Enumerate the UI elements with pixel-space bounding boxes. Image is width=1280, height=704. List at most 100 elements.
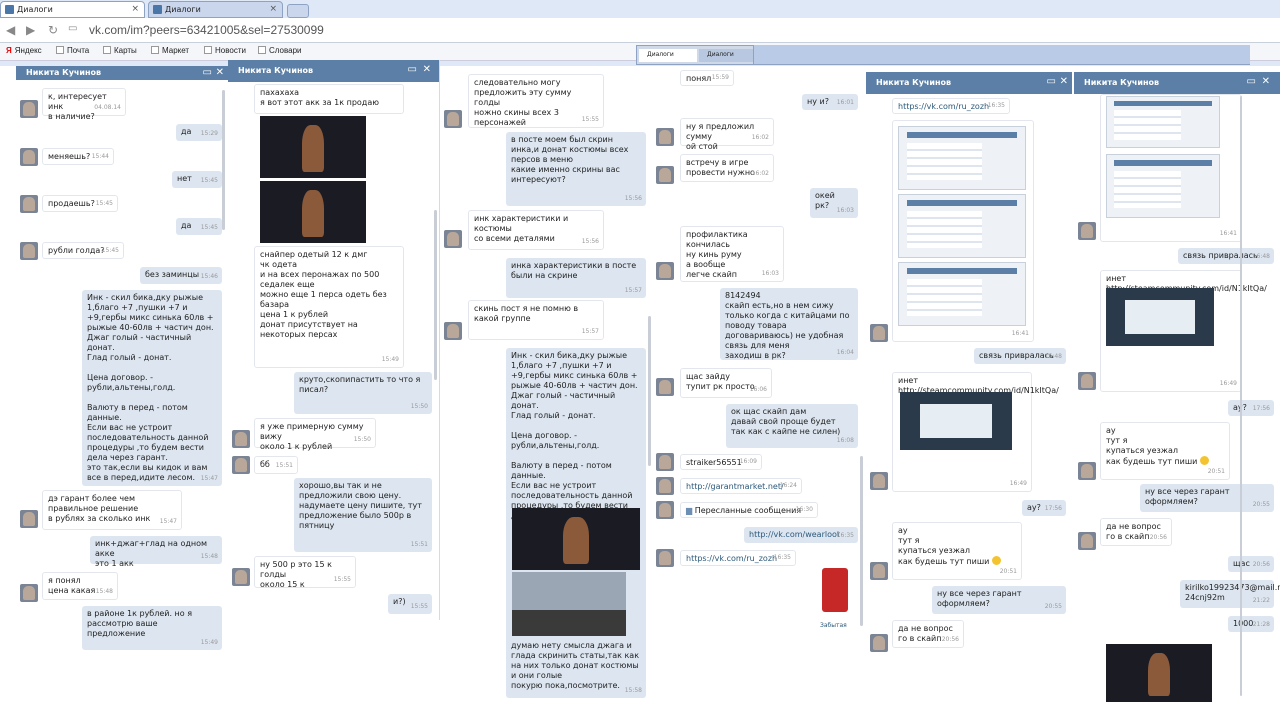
screenshot-image[interactable] <box>898 126 1026 190</box>
forward-icon: ▆ <box>686 506 695 515</box>
message-bubble: без заминцы 15:46 <box>140 267 222 284</box>
panel-header: Никита Кучинов ▭ ✕ <box>866 72 1072 94</box>
game-screenshot-image[interactable] <box>260 181 366 243</box>
bookmark-market[interactable]: Маркет <box>151 46 189 55</box>
close-icon[interactable]: ✕ <box>1262 76 1270 87</box>
bookmark-maps[interactable]: Карты <box>103 46 137 55</box>
page-icon <box>258 46 266 54</box>
chat-panel-3: следовательно могу предложить эту сумму … <box>442 66 652 702</box>
link[interactable]: https://vk.com/ru_zozh <box>686 554 777 563</box>
url-input[interactable]: vk.com/im?peers=63421005&sel=27530099 <box>89 23 324 37</box>
message-bubble: ау тут я купаться уезжал как будешь тут … <box>1100 422 1230 480</box>
reload-icon[interactable]: ↻ <box>48 23 58 37</box>
game-screenshot-image[interactable] <box>512 508 640 570</box>
message-bubble: рубли голда? 15:45 <box>42 242 124 259</box>
bookmark-dictionary[interactable]: Словари <box>258 46 302 55</box>
close-icon[interactable]: × <box>131 4 139 14</box>
close-icon[interactable]: ✕ <box>1060 76 1068 87</box>
bookmark-news[interactable]: Новости <box>204 46 246 55</box>
market-icon <box>151 46 159 54</box>
message-bubble: думаю нету смысла джага и глада скринить… <box>511 641 642 694</box>
message-bubble: круто,скопипастить то что я писал? 15:50 <box>294 372 432 414</box>
chat-panel-1: Никита Кучинов ▭ ✕ к, интересует инк в нал… <box>16 66 228 652</box>
avatar <box>232 456 250 474</box>
browser-tab-active[interactable]: Диалоги × <box>0 1 145 18</box>
message-bubble: нет 15:45 <box>172 171 222 188</box>
scrollbar[interactable] <box>1240 96 1242 696</box>
close-icon[interactable]: ✕ <box>216 67 224 78</box>
link[interactable]: https://vk.com/ru_zozh <box>898 102 989 111</box>
avatar <box>232 568 250 586</box>
scrollbar[interactable] <box>648 316 651 466</box>
message-bubble: скинь пост я не помню в какой группе 15:5… <box>468 300 604 340</box>
minimize-icon[interactable]: ▭ <box>203 67 212 78</box>
message-bubble: да 15:29 <box>176 124 222 141</box>
avatar <box>656 501 674 519</box>
screenshot-image[interactable] <box>1106 96 1220 148</box>
message-bubble: я понял цена какая 15:48 <box>42 572 118 600</box>
forward-icon[interactable]: ▶ <box>26 23 35 37</box>
screenshot-image[interactable] <box>1106 154 1220 218</box>
message-bubble: ау?17:56 <box>1022 500 1066 516</box>
game-screenshot-image[interactable] <box>260 116 366 178</box>
contact-name: Никита Кучинов <box>876 78 952 87</box>
mini-tab[interactable]: Диалоги <box>699 49 753 62</box>
yandex-icon: Я <box>6 46 12 55</box>
scrollbar[interactable] <box>222 90 225 230</box>
caption-text[interactable]: Забытая <box>820 622 847 629</box>
message-bubble: профилактика кончилась ну кинь руму а во… <box>680 226 784 282</box>
message-bubble: инка характеристики в посте были на скри… <box>506 258 646 298</box>
minimize-icon[interactable]: ▭ <box>408 64 417 75</box>
screenshot-image[interactable] <box>898 262 1026 326</box>
avatar <box>444 230 462 248</box>
panel-header: Никита Кучинов ▭ ✕ <box>1074 72 1280 94</box>
back-icon[interactable]: ◀ <box>6 23 15 37</box>
message-bubble: инк+джаг+глад на одном акке это 1 акк 15:… <box>90 536 222 568</box>
avatar <box>656 477 674 495</box>
avatar <box>1078 372 1096 390</box>
avatar <box>656 128 674 146</box>
browser-tab[interactable]: Диалоги × <box>148 1 283 18</box>
panel-header: Никита Кучинов ▭ ✕ <box>228 60 439 82</box>
product-image[interactable] <box>822 568 848 612</box>
smile-icon <box>1199 456 1209 465</box>
chat-panel-5: Никита Кучинов ▭ ✕ https://vk.com/ru_zozh 1… <box>866 72 1072 704</box>
close-icon[interactable]: × <box>269 4 277 14</box>
message-bubble: 8142494 скайп есть,но в нем сижу только … <box>720 288 858 360</box>
message-bubble: связь привралась 16:48 <box>974 348 1066 364</box>
screenshot-image[interactable] <box>1106 288 1214 346</box>
mini-tabstrip: Диалоги Диалоги <box>636 45 754 65</box>
message-bubble: следовательно могу предложить эту сумму … <box>468 74 604 128</box>
message-bubble: продаешь? 15:45 <box>42 195 118 212</box>
avatar <box>870 472 888 490</box>
message-bubble: straiker56551 16:09 <box>680 454 762 470</box>
new-tab-button[interactable] <box>287 4 309 18</box>
link[interactable]: http://vk.com/wearloot <box>749 530 840 539</box>
message-bubble: 1000 21:28 <box>1228 616 1274 632</box>
bookmark-yandex[interactable]: Я Яндекс <box>6 46 42 55</box>
game-screenshot-image[interactable] <box>512 572 626 636</box>
browser-tabstrip-overlay <box>754 45 1250 65</box>
message-bubble: да не вопрос го в скайп 20:56 <box>1100 518 1172 546</box>
scrollbar[interactable] <box>434 210 437 380</box>
minimize-icon[interactable]: ▭ <box>1247 76 1256 87</box>
avatar <box>1078 532 1096 550</box>
screenshot-image[interactable] <box>900 392 1012 450</box>
chat-panel-6: Никита Кучинов ▭ ✕ 16:41 связь привралась 1… <box>1074 72 1280 704</box>
message-bubble: ну все через гарант оформляем? 20:55 <box>932 586 1066 614</box>
chat-panel-2: Никита Кучинов ▭ ✕ пахахаха я вот этот акк… <box>228 60 440 620</box>
screenshot-image[interactable] <box>898 194 1026 258</box>
scrollbar[interactable] <box>860 456 863 626</box>
bookmark-mail[interactable]: Почта <box>56 46 89 55</box>
avatar <box>20 195 38 213</box>
avatar <box>20 242 38 260</box>
minimize-icon[interactable]: ▭ <box>1047 76 1056 87</box>
message-bubble: ок щас скайп дам давай свой проще будет … <box>726 404 858 448</box>
game-screenshot-image[interactable] <box>1106 644 1212 702</box>
chat-panel-4: понял 15:59 ну и? 16:01 ну я предложил сум… <box>654 66 864 636</box>
mini-tab[interactable]: Диалоги <box>639 49 697 62</box>
address-bar: ◀ ▶ ↻ ▭ vk.com/im?peers=63421005&sel=275… <box>0 18 1280 43</box>
message-bubble: да не вопрос го в скайп 20:56 <box>892 620 964 648</box>
close-icon[interactable]: ✕ <box>423 64 431 75</box>
link[interactable]: http://garantmarket.net/ <box>686 482 784 491</box>
